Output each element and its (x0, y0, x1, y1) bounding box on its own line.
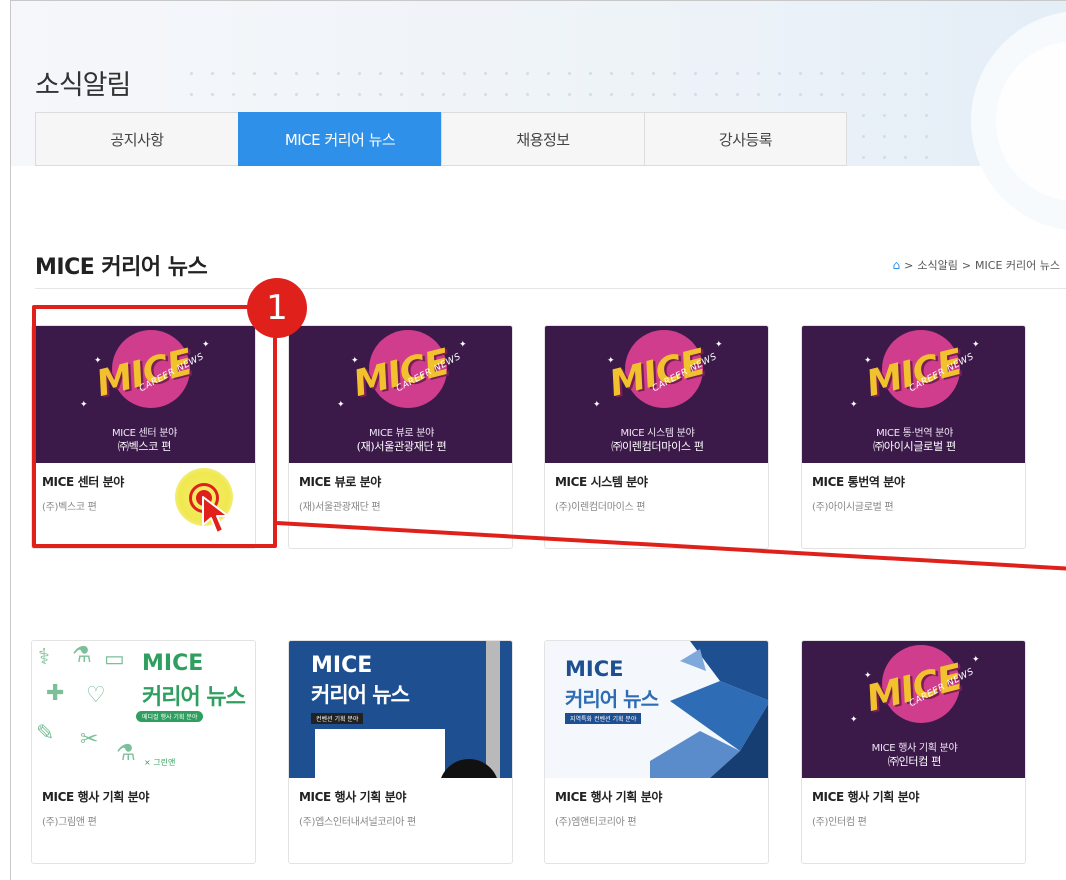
scissors-icon: ✂ (80, 727, 99, 752)
page-frame: 소식알림 공지사항 MICE 커리어 뉴스 채용정보 강사등록 MICE 커리어… (10, 0, 1066, 880)
page-title: MICE 커리어 뉴스 (35, 255, 208, 280)
thumbnail-footer: × 그린앤 (144, 758, 176, 767)
breadcrumb-item[interactable]: MICE 커리어 뉴스 (975, 257, 1060, 273)
tab-bar: 공지사항 MICE 커리어 뉴스 채용정보 강사등록 (35, 112, 847, 166)
sparkle-icon: ✦ (864, 356, 872, 366)
card-thumbnail: MICE 커리어 뉴스 지역특화 컨벤션 기획 분야 (545, 641, 768, 778)
news-card[interactable]: MICE CAREER NEWS ✦ ✦ ✦ MICE 통·번역 분야 ㈜아이시… (801, 325, 1026, 549)
thumbnail-heading: 커리어 뉴스 (311, 683, 410, 707)
tab-mice-career-news[interactable]: MICE 커리어 뉴스 (238, 112, 441, 166)
sparkle-icon: ✦ (351, 356, 359, 366)
breadcrumb: ⌂ > 소식알림 > MICE 커리어 뉴스 (892, 257, 1060, 273)
news-card[interactable]: MICE 커리어 뉴스 지역특화 컨벤션 기획 분야 MICE 행사 기획 분야… (544, 640, 769, 864)
tab-notice[interactable]: 공지사항 (35, 112, 238, 166)
news-card[interactable]: MICE CAREER NEWS ✦ ✦ ✦ MICE 뷰로 분야 (재)서울관… (288, 325, 513, 549)
sparkle-icon: ✦ (459, 340, 467, 350)
thumbnail-heading: MICE (565, 657, 624, 681)
heart-icon: ♡ (86, 683, 106, 708)
card-title: MICE 행사 기획 분야 (299, 790, 406, 804)
thumbnail-caption: ㈜인터컴 편 (887, 755, 942, 768)
news-card[interactable]: MICE CAREER NEWS ✦ ✦ ✦ MICE 행사 기획 분야 ㈜인터… (801, 640, 1026, 864)
card-subtitle: (주)엠앤티코리아 편 (555, 817, 637, 828)
header-banner: 소식알림 공지사항 MICE 커리어 뉴스 채용정보 강사등록 (11, 1, 1066, 231)
thumbnail-decoration (486, 641, 500, 778)
thumbnail-tag: 컨벤션 기획 분야 (311, 713, 364, 724)
cursor-pointer-icon (202, 496, 229, 534)
breadcrumb-separator-icon: > (961, 258, 972, 272)
thumbnail-frame (315, 729, 445, 778)
sparkle-icon: ✦ (337, 400, 345, 410)
thumbnail-caption: (재)서울관광재단 편 (356, 440, 447, 453)
step-badge: 1 (247, 278, 307, 338)
card-thumbnail: MICE CAREER NEWS ✦ ✦ ✦ MICE 시스템 분야 ㈜이렌컴더… (545, 326, 768, 463)
card-thumbnail: MICE CAREER NEWS ✦ ✦ ✦ MICE 행사 기획 분야 ㈜인터… (802, 641, 1025, 778)
tab-recruitment[interactable]: 채용정보 (441, 112, 644, 166)
card-subtitle: (재)서울관광재단 편 (299, 502, 381, 513)
card-thumbnail: MICE CAREER NEWS ✦ ✦ ✦ MICE 뷰로 분야 (재)서울관… (289, 326, 512, 463)
card-title: MICE 행사 기획 분야 (812, 790, 919, 804)
thumbnail-tag: 메디컬 행사 기획 분야 (136, 711, 204, 722)
card-subtitle: (주)그림앤 편 (42, 817, 97, 828)
card-thumbnail: ⚕ ⚗ ▭ ✚ ♡ ✎ ✂ ⚗ MICE 커리어 뉴스 메디컬 행사 기획 분야… (32, 641, 255, 778)
thumbnail-heading: MICE (311, 653, 373, 678)
heading-divider (35, 288, 1066, 289)
card-subtitle: (주)인터컴 편 (812, 817, 867, 828)
sparkle-icon: ✦ (850, 715, 858, 725)
sparkle-icon: ✦ (864, 671, 872, 681)
sparkle-icon: ✦ (850, 400, 858, 410)
card-title: MICE 통번역 분야 (812, 475, 905, 489)
microscope-icon: ⚗ (72, 643, 92, 668)
thumbnail-caption: ㈜아이시글로벌 편 (873, 440, 956, 453)
sparkle-icon: ✦ (607, 356, 615, 366)
card-subtitle: (주)이렌컴더마이스 편 (555, 502, 646, 513)
tab-instructor-registration[interactable]: 강사등록 (644, 112, 847, 166)
news-card[interactable]: ⚕ ⚗ ▭ ✚ ♡ ✎ ✂ ⚗ MICE 커리어 뉴스 메디컬 행사 기획 분야… (31, 640, 256, 864)
thumbnail-heading: 커리어 뉴스 (142, 685, 246, 710)
breadcrumb-item[interactable]: 소식알림 (917, 257, 957, 273)
card-thumbnail: MICE 커리어 뉴스 컨벤션 기획 분야 (289, 641, 512, 778)
thumbnail-caption: ㈜이렌컴더마이스 편 (611, 440, 704, 453)
thumbnail-caption: MICE 시스템 분야 (620, 428, 695, 439)
thumbnail-caption: MICE 뷰로 분야 (368, 428, 435, 439)
card-title: MICE 시스템 분야 (555, 475, 648, 489)
card-thumbnail: MICE CAREER NEWS ✦ ✦ ✦ MICE 통·번역 분야 ㈜아이시… (802, 326, 1025, 463)
thumbnail-tag: 지역특화 컨벤션 기획 분야 (565, 713, 642, 724)
syringe-icon: ✎ (36, 721, 55, 746)
thumbnail-caption: MICE 통·번역 분야 (876, 428, 953, 439)
card-title: MICE 행사 기획 분야 (42, 790, 149, 804)
news-card[interactable]: MICE CAREER NEWS ✦ ✦ ✦ MICE 시스템 분야 ㈜이렌컴더… (544, 325, 769, 549)
card-subtitle: (주)아이시글로벌 편 (812, 502, 894, 513)
card-subtitle: (주)엡스인터내셔널코리아 편 (299, 817, 416, 828)
sparkle-icon: ✦ (972, 340, 980, 350)
sparkle-icon: ✦ (593, 400, 601, 410)
clipboard-icon: ▭ (104, 647, 125, 672)
news-card[interactable]: MICE 커리어 뉴스 컨벤션 기획 분야 MICE 행사 기획 분야 (주)엡… (288, 640, 513, 864)
highlight-box (32, 305, 277, 548)
stethoscope-icon: ⚕ (38, 645, 50, 670)
sparkle-icon: ✦ (972, 655, 980, 665)
sparkle-icon: ✦ (715, 340, 723, 350)
breadcrumb-separator-icon: > (904, 258, 914, 272)
pill-icon: ✚ (46, 681, 65, 706)
thumbnail-heading: MICE (142, 651, 204, 676)
thumbnail-heading: 커리어 뉴스 (565, 687, 659, 711)
thumbnail-caption: MICE 행사 기획 분야 (871, 743, 958, 754)
section-title: 소식알림 (35, 70, 131, 101)
card-title: MICE 뷰로 분야 (299, 475, 381, 489)
home-icon[interactable]: ⌂ (892, 258, 900, 272)
thumbnail-polygon-graphic (650, 641, 768, 778)
card-title: MICE 행사 기획 분야 (555, 790, 662, 804)
flask-icon: ⚗ (116, 741, 136, 766)
